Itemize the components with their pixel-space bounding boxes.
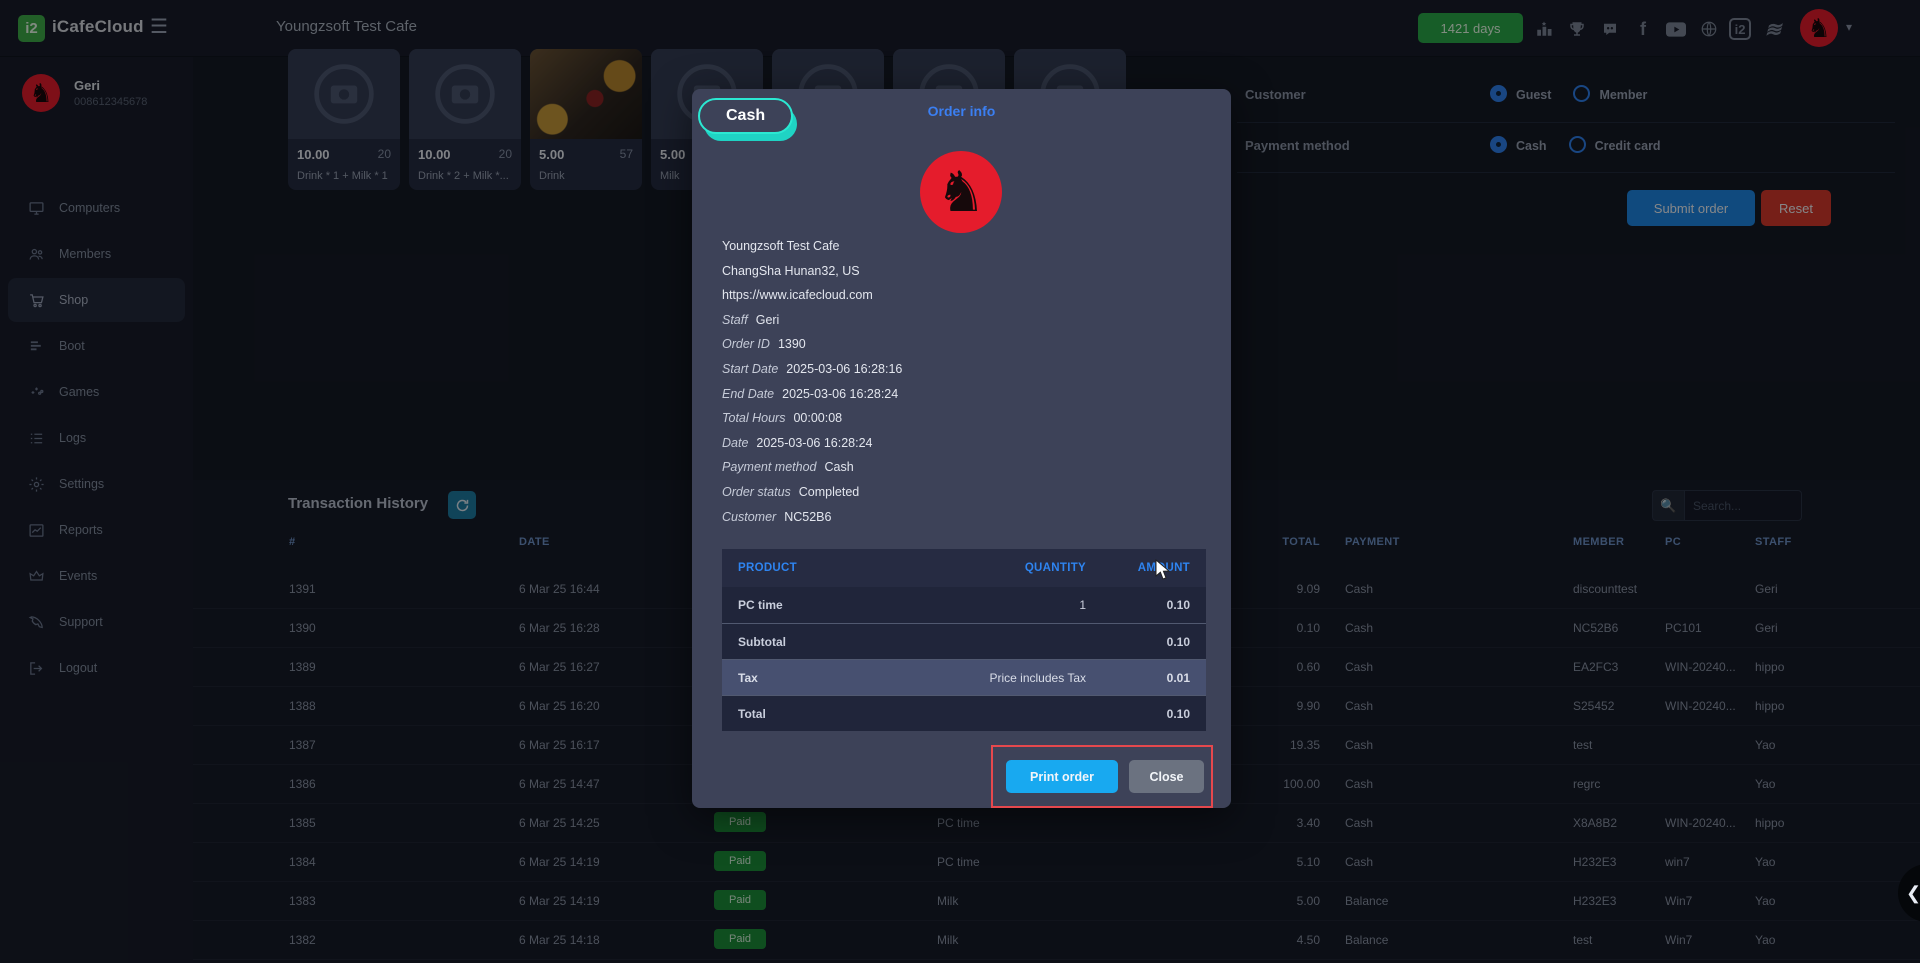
field-label: Total Hours (722, 411, 785, 425)
order-items-table: PRODUCT QUANTITY AMOUNT PC time 1 0.10 S… (722, 549, 1206, 731)
field-value: 00:00:08 (793, 411, 842, 425)
field-value: 1390 (778, 337, 806, 351)
field-value: NC52B6 (784, 510, 831, 524)
cafe-website: https://www.icafecloud.com (722, 288, 1202, 313)
field-date: Date 2025-03-06 16:28:24 (722, 436, 1202, 461)
order-item-row: PC time 1 0.10 (722, 587, 1206, 623)
order-info-modal: Cash Order info ♞ Youngzsoft Test Cafe C… (692, 89, 1231, 808)
close-button[interactable]: Close (1129, 760, 1204, 793)
field-start-date: Start Date 2025-03-06 16:28:16 (722, 362, 1202, 387)
cafe-name: Youngzsoft Test Cafe (722, 239, 1202, 264)
tax-row: Tax Price includes Tax 0.01 (722, 659, 1206, 695)
field-value: Completed (799, 485, 859, 499)
field-value: Geri (756, 313, 780, 327)
field-order-status: Order status Completed (722, 485, 1202, 510)
subtotal-row: Subtotal 0.10 (722, 623, 1206, 659)
field-label: End Date (722, 387, 774, 401)
col-product: PRODUCT (722, 562, 926, 574)
item-amount: 0.10 (1086, 707, 1206, 721)
field-label: Staff (722, 313, 748, 327)
field-value: 2025-03-06 16:28:16 (786, 362, 902, 376)
cafe-address: ChangSha Hunan32, US (722, 264, 1202, 289)
field-label: Customer (722, 510, 776, 524)
modal-title: Order info (692, 103, 1231, 119)
order-table-header: PRODUCT QUANTITY AMOUNT (722, 549, 1206, 587)
cafe-logo: ♞ (920, 151, 1002, 233)
item-amount: 0.10 (1086, 598, 1206, 612)
order-details: Youngzsoft Test Cafe ChangSha Hunan32, U… (722, 239, 1202, 534)
item-product: PC time (722, 598, 926, 612)
field-customer: Customer NC52B6 (722, 510, 1202, 535)
field-label: Order ID (722, 337, 770, 351)
field-total-hours: Total Hours 00:00:08 (722, 411, 1202, 436)
field-value: 2025-03-06 16:28:24 (756, 436, 872, 450)
field-payment-method: Payment method Cash (722, 460, 1202, 485)
item-quantity: 1 (926, 598, 1086, 612)
print-order-button[interactable]: Print order (1006, 760, 1118, 793)
field-label: Start Date (722, 362, 778, 376)
field-value: Cash (825, 460, 854, 474)
item-amount: 0.01 (1086, 671, 1206, 685)
mouse-cursor (1155, 559, 1173, 581)
field-end-date: End Date 2025-03-06 16:28:24 (722, 387, 1202, 412)
field-label: Date (722, 436, 748, 450)
tax-note: Price includes Tax (926, 671, 1086, 685)
total-row: Total 0.10 (722, 695, 1206, 731)
field-order-id: Order ID 1390 (722, 337, 1202, 362)
item-product: Total (722, 707, 926, 721)
app-root: i2 iCafeCloud ☰ Youngzsoft Test Cafe 142… (0, 0, 1920, 963)
item-amount: 0.10 (1086, 635, 1206, 649)
col-quantity: QUANTITY (926, 562, 1086, 574)
field-staff: Staff Geri (722, 313, 1202, 338)
col-amount: AMOUNT (1086, 562, 1206, 574)
field-label: Payment method (722, 460, 817, 474)
field-label: Order status (722, 485, 791, 499)
field-value: 2025-03-06 16:28:24 (782, 387, 898, 401)
item-product: Subtotal (722, 635, 926, 649)
item-product: Tax (722, 671, 926, 685)
